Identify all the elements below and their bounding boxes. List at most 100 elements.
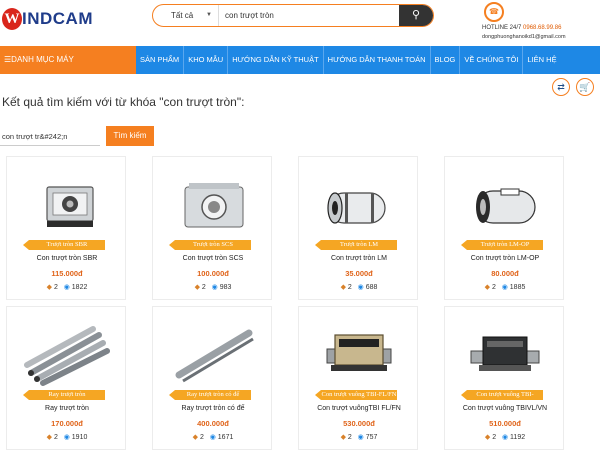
product-price: 35.000đ — [345, 269, 373, 278]
product-image — [326, 334, 392, 371]
search-button[interactable]: ⚲ — [399, 5, 433, 26]
product-count: 2 — [199, 434, 204, 441]
eye-icon: ◉ — [209, 434, 216, 441]
contact-email[interactable]: dongphuonghanoikd1@gmail.com — [482, 34, 566, 40]
compare-button[interactable]: ⇄ — [552, 78, 570, 96]
product-card[interactable]: Ray trượt tròn Ray trượt tròn 170.000đ ◆… — [6, 306, 126, 450]
product-name[interactable]: Con trượt tròn LM — [299, 255, 419, 262]
hotline-label: HOTLINE 24/7 — [482, 25, 522, 31]
product-stats: ◆ 2 ◉ 1822 — [7, 283, 127, 291]
product-price: 170.000đ — [51, 419, 83, 428]
tag-icon: ◆ — [484, 284, 491, 291]
product-name[interactable]: Con trượt vuôngTBI FL/FN — [299, 405, 419, 412]
product-stats: ◆ 2 ◉ 688 — [299, 283, 419, 291]
logo-text: INDCAM — [22, 9, 93, 28]
product-image — [24, 326, 110, 386]
product-name[interactable]: Ray trượt tròn có đế — [153, 405, 273, 412]
product-card[interactable]: Trượt tròn LM Con trượt tròn LM 35.000đ … — [298, 156, 418, 300]
search-result-title: Kết quả tìm kiếm với từ khóa "con trượt … — [2, 95, 245, 109]
category-menu-label: DANH MỤC MÁY — [11, 55, 74, 64]
category-menu-button[interactable]: ☰DANH MỤC MÁY — [0, 46, 136, 74]
tag-icon: ◆ — [194, 284, 200, 291]
tag-icon: ◆ — [46, 284, 53, 291]
search-submit-button[interactable]: Tìm kiếm — [106, 126, 154, 146]
product-price: 115.000đ — [51, 269, 83, 278]
refresh-icon: ⇄ — [557, 82, 565, 92]
product-card[interactable]: Trượt tròn LM-OP Con trượt tròn LM-OP 80… — [444, 156, 564, 300]
eye-icon: ◉ — [211, 284, 218, 291]
product-views: 757 — [365, 434, 378, 441]
product-count: 2 — [347, 284, 352, 291]
tag-icon: ◆ — [340, 434, 346, 441]
product-name[interactable]: Ray trượt tròn — [7, 405, 127, 412]
eye-icon: ◉ — [357, 284, 364, 291]
cart-button[interactable]: 🛒 — [576, 78, 594, 96]
product-tag: Trượt tròn SCS — [169, 240, 251, 250]
product-stats: ◆ 2 ◉ 1885 — [445, 283, 565, 291]
product-views: 1910 — [71, 434, 88, 441]
headset-icon: ☎ — [484, 2, 504, 22]
product-views: 688 — [365, 284, 378, 291]
product-card[interactable]: Con trượt vuông TBI-FL/FN Con trượt vuôn… — [298, 306, 418, 450]
main-nav: ☰DANH MỤC MÁY SẢN PHẨM KHO MẪU HƯỚNG DẪN… — [0, 46, 600, 74]
product-card[interactable]: Ray trượt tròn có đế Ray trượt tròn có đ… — [152, 306, 272, 450]
nav-item-blog[interactable]: BLOG — [429, 46, 460, 74]
product-name[interactable]: Con trượt tròn SBR — [7, 255, 127, 262]
product-tag: Trượt tròn LM — [315, 240, 397, 250]
hotline-number[interactable]: 0968.68.99.86 — [523, 25, 561, 31]
product-card[interactable]: Trượt tròn SBR Con trượt tròn SBR 115.00… — [6, 156, 126, 300]
nav-item-huong-dan-thanh-toan[interactable]: HƯỚNG DẪN THANH TOÁN — [322, 46, 430, 74]
hotline-text: HOTLINE 24/7 0968.68.99.86 — [482, 25, 561, 31]
product-name[interactable]: Con trượt tròn SCS — [153, 255, 273, 262]
product-stats: ◆ 2 ◉ 1192 — [445, 433, 565, 441]
tag-icon: ◆ — [192, 434, 199, 441]
product-stats: ◆ 2 ◉ 1910 — [7, 433, 127, 441]
product-tag: Con trượt vuông TBI-FL/FN — [315, 390, 397, 400]
search-category-value: Tất cả — [171, 11, 194, 20]
cart-icon: 🛒 — [579, 82, 591, 92]
search-bar: Tất cả ▼ con trượt tròn ⚲ — [152, 4, 434, 27]
product-views: 1671 — [217, 434, 234, 441]
product-count: 2 — [347, 434, 352, 441]
search-result-input[interactable]: con trượt tr&#242;n — [0, 128, 100, 146]
site-header: W INDCAM Tất cả ▼ con trượt tròn ⚲ ☎ HOT… — [0, 0, 600, 46]
product-image — [476, 188, 536, 224]
product-views: 983 — [219, 284, 232, 291]
product-count: 2 — [492, 434, 497, 441]
product-stats: ◆ 2 ◉ 757 — [299, 433, 419, 441]
nav-item-ve-chung-toi[interactable]: VỀ CHÚNG TÔI — [459, 46, 522, 74]
nav-item-huong-dan-ky-thuat[interactable]: HƯỚNG DẪN KỸ THUẬT — [227, 46, 322, 74]
search-category-select[interactable]: Tất cả ▼ — [153, 5, 219, 26]
product-views: 1885 — [509, 284, 526, 291]
product-name[interactable]: Con trượt tròn LM-OP — [445, 255, 565, 262]
tag-icon: ◆ — [484, 434, 491, 441]
product-tag: Con trượt vuông TBI-VL/VN — [461, 390, 543, 408]
product-name[interactable]: Con trượt vuông TBIVL/VN — [445, 405, 565, 412]
search-icon: ⚲ — [411, 9, 421, 21]
product-image — [327, 192, 386, 224]
eye-icon: ◉ — [357, 434, 364, 441]
product-price: 100.000đ — [197, 269, 229, 278]
logo-mark: W — [2, 8, 22, 30]
nav-item-lien-he[interactable]: LIÊN HỆ — [522, 46, 560, 74]
product-stats: ◆ 2 ◉ 1671 — [153, 433, 273, 441]
product-price: 80.000đ — [491, 269, 519, 278]
product-image — [175, 329, 254, 383]
nav-item-kho-mau[interactable]: KHO MẪU — [183, 46, 227, 74]
site-logo[interactable]: W INDCAM — [2, 6, 93, 32]
product-stats: ◆ 2 ◉ 983 — [153, 283, 273, 291]
product-card[interactable]: Trượt tròn SCS Con trượt tròn SCS 100.00… — [152, 156, 272, 300]
search-input[interactable]: con trượt tròn — [219, 5, 399, 26]
chevron-down-icon: ▼ — [206, 12, 212, 18]
eye-icon: ◉ — [501, 284, 508, 291]
product-card[interactable]: Con trượt vuông TBI-VL/VN Con trượt vuôn… — [444, 306, 564, 450]
product-count: 2 — [53, 284, 58, 291]
product-image — [470, 336, 540, 371]
product-views: 1192 — [510, 434, 526, 441]
product-tag: Ray trượt tròn có đế — [169, 390, 251, 400]
product-tag: Trượt tròn LM-OP — [461, 240, 543, 250]
tag-icon: ◆ — [340, 284, 346, 291]
eye-icon: ◉ — [63, 434, 70, 441]
nav-item-san-pham[interactable]: SẢN PHẨM — [136, 46, 183, 74]
nav-menu: SẢN PHẨM KHO MẪU HƯỚNG DẪN KỸ THUẬT HƯỚN… — [136, 46, 561, 74]
